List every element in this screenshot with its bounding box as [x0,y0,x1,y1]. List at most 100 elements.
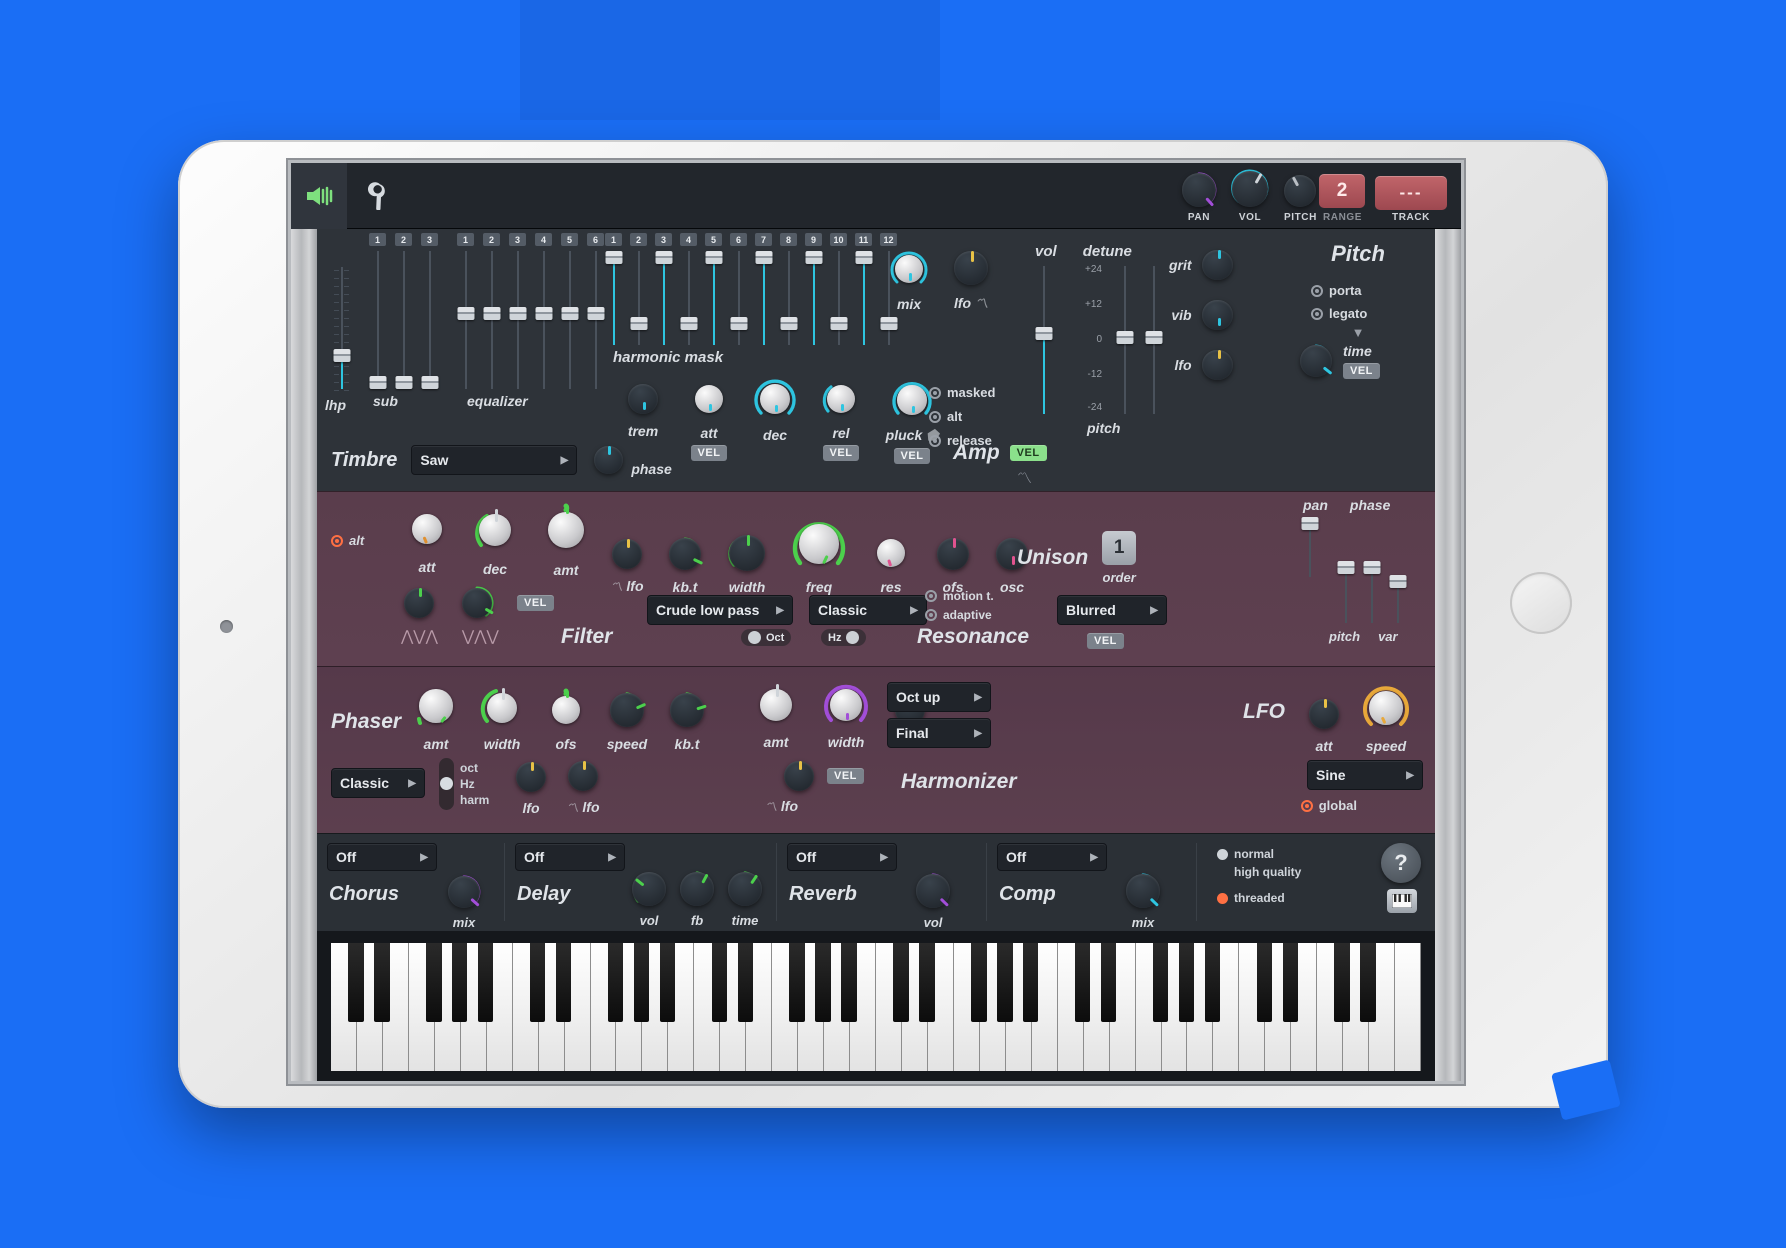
track-value[interactable]: --- [1375,176,1447,210]
piano-black-key[interactable] [452,943,468,1023]
vol-control[interactable]: VOL [1229,168,1271,223]
chorus-dropdown[interactable]: Off ▶ [327,843,437,871]
piano-black-key[interactable] [789,943,805,1023]
filter-env-shape-knob-2[interactable] [459,585,495,621]
piano-black-key[interactable] [555,943,572,1023]
piano-black-key[interactable] [1178,943,1195,1023]
osc-vol-slider[interactable] [1035,266,1052,414]
filter-env-shape-knob-1[interactable] [401,585,437,621]
eq-slider[interactable] [509,251,526,389]
timbre-dropdown[interactable]: Saw ▶ [411,445,578,475]
piano-white-key[interactable] [1317,943,1350,1071]
filter-width-knob[interactable] [725,531,769,575]
piano-black-key[interactable] [1152,943,1169,1023]
phaser-ofs-knob[interactable] [544,688,588,732]
phaser-kbt-knob[interactable] [667,690,707,730]
mask-slider[interactable] [830,251,847,345]
chorus-mix-knob[interactable] [445,873,483,911]
phaser-amt-knob[interactable] [410,680,462,732]
delay-fb-knob[interactable] [677,869,717,909]
oct-toggle[interactable]: Oct [741,629,792,646]
phaser-lfo-knob-1[interactable] [513,759,549,795]
harmonizer-width-knob[interactable] [821,680,871,730]
high-quality-label[interactable]: high quality [1217,865,1301,879]
sub-number[interactable]: 3 [421,233,438,246]
unison-extra-slider[interactable] [1389,575,1406,623]
lfo-speed-knob[interactable] [1360,682,1412,734]
piano-white-key[interactable] [876,943,909,1071]
mask-number[interactable]: 10 [830,233,847,246]
piano-black-key[interactable] [659,943,676,1023]
piano-black-key[interactable] [1360,943,1376,1023]
mask-slider[interactable] [605,251,622,345]
piano-white-key[interactable] [1239,943,1273,1071]
phaser-mode-dropdown[interactable]: Classic ▶ [331,768,425,798]
piano-black-key[interactable] [1074,943,1091,1023]
eq-slider[interactable] [561,251,578,389]
filter-res-knob[interactable] [869,531,913,575]
hz-toggle[interactable]: Hz [821,629,867,646]
piano-white-key[interactable] [1395,943,1422,1071]
filter-vel-button[interactable]: VEL [517,595,554,611]
porta-radio[interactable]: porta [1311,283,1423,298]
piano-white-key[interactable] [590,943,624,1071]
piano-white-key[interactable] [1135,943,1169,1071]
mask-number[interactable]: 5 [705,233,722,246]
delay-vol-knob[interactable] [629,869,669,909]
plug-icon[interactable] [291,163,347,229]
filter-att-knob[interactable] [403,505,451,553]
filter-ofs-knob[interactable] [934,535,972,573]
piano-white-key[interactable] [512,943,546,1071]
eq-number[interactable]: 2 [483,233,500,246]
pitch-range-value[interactable]: 2 [1319,174,1365,208]
piano-black-key[interactable] [919,943,935,1023]
mask-slider[interactable] [705,251,722,345]
comp-dropdown[interactable]: Off ▶ [997,843,1107,871]
piano-black-key[interactable] [841,943,857,1023]
harmonizer-lfo-knob[interactable] [781,758,817,794]
phaser-lfo-knob-2[interactable] [565,758,601,794]
octup-dropdown[interactable]: Oct up ▶ [887,682,991,712]
piano-black-key[interactable] [893,943,909,1023]
piano-white-key[interactable] [408,943,442,1071]
normal-option[interactable]: normal [1217,847,1301,861]
piano-black-key[interactable] [607,943,624,1023]
unison-pitch-slider[interactable] [1337,561,1354,623]
piano-black-key[interactable] [971,943,987,1023]
sub-number[interactable]: 2 [395,233,412,246]
pluck-vel-button[interactable]: VEL [893,448,931,464]
mask-number[interactable]: 8 [780,233,797,246]
chevron-down-icon[interactable]: ▼ [1293,325,1423,340]
sub-slider[interactable] [369,251,386,389]
threaded-option[interactable]: threaded [1217,891,1301,905]
help-button[interactable]: ? [1381,843,1421,883]
phase-knob[interactable] [591,443,625,477]
mask-number[interactable]: 1 [605,233,622,246]
mask-slider[interactable] [755,251,772,345]
mask-slider[interactable] [680,251,697,345]
blurred-dropdown[interactable]: Blurred ▶ [1057,595,1167,625]
phaser-unit-switch[interactable]: oct Hz harm [439,758,489,810]
eq-slider[interactable] [535,251,552,389]
piano-white-key[interactable] [331,943,364,1071]
piano-black-key[interactable] [711,943,728,1023]
piano-black-key[interactable] [633,943,650,1023]
unison-order-value[interactable]: 1 [1102,531,1137,565]
resonance-type-dropdown[interactable]: Classic ▶ [809,595,927,625]
masked-radio[interactable]: masked [929,385,995,400]
reverb-vol-knob[interactable] [913,871,953,911]
piano-black-key[interactable] [348,943,364,1023]
unison-pan-slider[interactable] [1301,517,1318,577]
sub-number[interactable]: 1 [369,233,386,246]
piano-black-key[interactable] [529,943,546,1023]
piano-black-key[interactable] [1204,943,1221,1023]
amp-rel-knob[interactable] [819,377,863,421]
filter-type-dropdown[interactable]: Crude low pass ▶ [647,595,793,625]
filter-lfo-knob[interactable] [609,536,645,572]
mask-slider[interactable] [805,251,822,345]
mask-slider[interactable] [630,251,647,345]
att-vel-button[interactable]: VEL [690,445,728,461]
filter-dec-knob[interactable] [470,505,520,555]
adaptive-radio[interactable]: adaptive [925,608,994,622]
delay-dropdown[interactable]: Off ▶ [515,843,625,871]
